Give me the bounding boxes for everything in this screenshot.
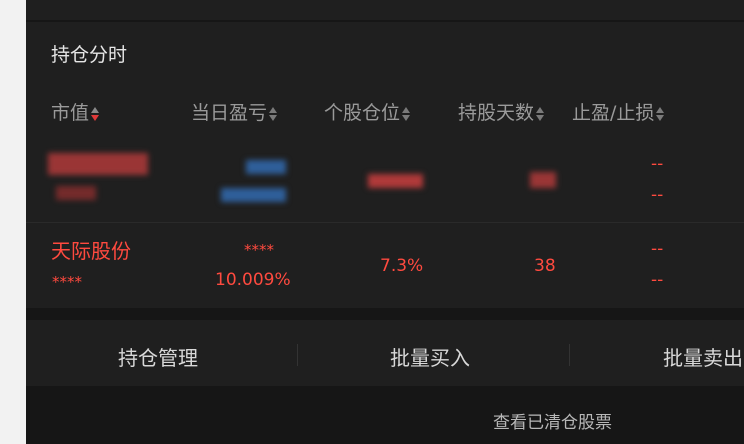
sort-icon [656, 106, 665, 122]
holdings-card: 持仓分时 市值 当日盈亏 个股仓位 持股天数 止盈/止损 -- -- 天际股份 … [26, 22, 744, 308]
stop-loss: -- [651, 270, 664, 290]
position-percent: 7.3% [380, 256, 424, 276]
view-cleared-stocks-link[interactable]: 查看已清仓股票 [493, 408, 612, 433]
days-held: 38 [534, 256, 556, 276]
redacted-name [48, 153, 148, 175]
sort-icon [91, 106, 100, 122]
column-header-label: 止盈/止损 [572, 102, 655, 124]
column-header-days-held[interactable]: 持股天数 [458, 98, 545, 125]
stop-profit: -- [651, 239, 664, 259]
stock-name: 天际股份 [51, 239, 131, 263]
divider [297, 344, 298, 366]
redacted-pnl-amount [246, 160, 286, 174]
sort-icon [269, 106, 278, 122]
row-divider [26, 222, 744, 223]
column-header-label: 持股天数 [458, 102, 535, 124]
column-header-label: 当日盈亏 [191, 102, 268, 124]
column-header-market-value[interactable]: 市值 [51, 98, 100, 125]
redacted-pnl-percent [221, 188, 286, 202]
column-header-label: 市值 [51, 102, 90, 124]
column-header-position[interactable]: 个股仓位 [324, 98, 411, 125]
sort-icon [402, 106, 411, 122]
redacted-days [530, 172, 556, 188]
batch-sell-button[interactable]: 批量卖出 [663, 342, 743, 371]
pnl-percent: 10.009% [215, 270, 291, 290]
stop-profit: -- [651, 154, 664, 174]
redacted-position [368, 174, 423, 188]
action-bar: 持仓管理 批量买入 批量卖出 [26, 320, 744, 386]
manage-holdings-button[interactable]: 持仓管理 [118, 342, 198, 371]
redacted-value [56, 186, 96, 200]
holdings-panel: 持仓分时 市值 当日盈亏 个股仓位 持股天数 止盈/止损 -- -- 天际股份 … [26, 0, 744, 444]
section-title: 持仓分时 [51, 44, 128, 66]
market-value: **** [52, 273, 82, 291]
sort-icon [536, 106, 545, 122]
top-strip [26, 0, 744, 20]
column-header-daily-pnl[interactable]: 当日盈亏 [191, 98, 278, 125]
batch-buy-button[interactable]: 批量买入 [390, 342, 470, 371]
column-header-stop[interactable]: 止盈/止损 [572, 98, 665, 125]
pnl-amount: **** [244, 241, 274, 259]
divider [569, 344, 570, 366]
stop-loss: -- [651, 185, 664, 205]
column-header-label: 个股仓位 [324, 102, 401, 124]
